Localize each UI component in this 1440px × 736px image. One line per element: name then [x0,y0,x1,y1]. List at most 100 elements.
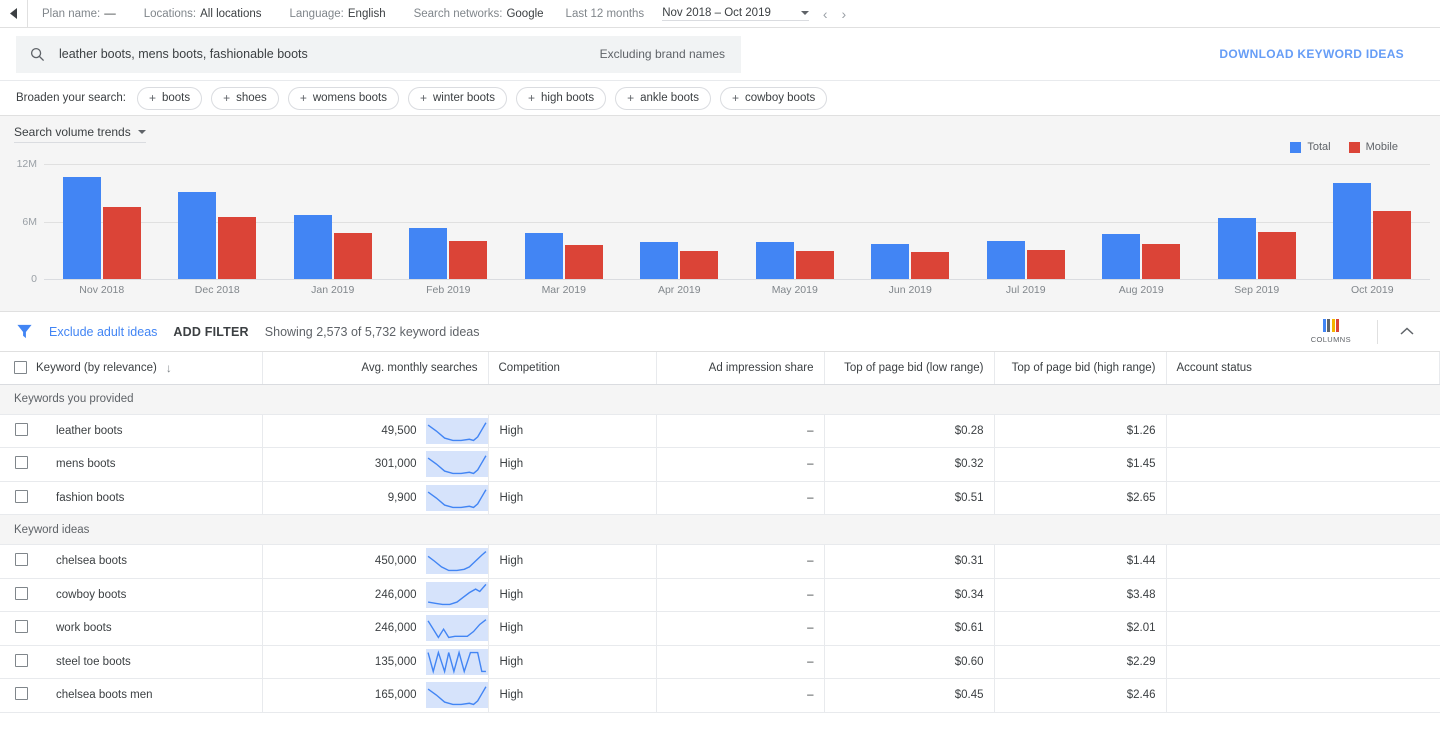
header-ad-impression-share[interactable]: Ad impression share [656,352,824,384]
table-row[interactable]: cowboy boots246,000High–$0.34$3.48 [0,578,1440,612]
legend-item-total[interactable]: Total [1290,141,1330,153]
row-checkbox[interactable] [15,654,28,667]
bar-total[interactable] [987,241,1025,279]
broaden-chip-womens-boots[interactable]: +womens boots [288,87,399,110]
row-checkbox[interactable] [15,687,28,700]
bar-total[interactable] [756,242,794,279]
broaden-chip-winter-boots[interactable]: +winter boots [408,87,507,110]
bar-total[interactable] [1102,234,1140,279]
bar-total[interactable] [63,177,101,279]
row-checkbox-cell[interactable] [0,414,42,448]
add-filter-button[interactable]: ADD FILTER [173,325,248,339]
locations-item[interactable]: Locations: All locations [130,8,276,20]
cell-keyword[interactable]: work boots [42,612,262,646]
table-row[interactable]: mens boots301,000High–$0.32$1.45 [0,448,1440,482]
bar-mobile[interactable] [1258,232,1296,279]
bar-group[interactable] [1315,164,1431,279]
date-range-selector[interactable]: Nov 2018 – Oct 2019 [662,7,809,21]
header-avg-monthly-searches[interactable]: Avg. monthly searches [262,352,488,384]
cell-keyword[interactable]: fashion boots [42,481,262,515]
bar-group[interactable] [622,164,738,279]
row-checkbox-cell[interactable] [0,481,42,515]
row-checkbox[interactable] [15,490,28,503]
table-row[interactable]: fashion boots9,900High–$0.51$2.65 [0,481,1440,515]
row-checkbox[interactable] [15,587,28,600]
header-keyword[interactable]: Keyword (by relevance) ↓ [0,352,262,384]
bar-group[interactable] [275,164,391,279]
row-checkbox-cell[interactable] [0,612,42,646]
broaden-chip-cowboy-boots[interactable]: +cowboy boots [720,87,827,110]
cell-keyword[interactable]: steel toe boots [42,645,262,679]
bar-group[interactable] [506,164,622,279]
bar-mobile[interactable] [334,233,372,279]
bar-group[interactable] [44,164,160,279]
cell-keyword[interactable]: chelsea boots [42,545,262,579]
row-checkbox[interactable] [15,553,28,566]
filter-funnel-icon[interactable] [16,323,33,340]
bar-mobile[interactable] [103,207,141,279]
row-checkbox-cell[interactable] [0,448,42,482]
bar-mobile[interactable] [796,251,834,279]
table-row[interactable]: chelsea boots men165,000High–$0.45$2.46 [0,679,1440,713]
bar-total[interactable] [1218,218,1256,279]
bar-total[interactable] [294,215,332,279]
bar-group[interactable] [391,164,507,279]
bar-mobile[interactable] [565,245,603,280]
cell-keyword[interactable]: cowboy boots [42,578,262,612]
row-checkbox-cell[interactable] [0,578,42,612]
bar-total[interactable] [640,242,678,279]
legend-item-mobile[interactable]: Mobile [1349,141,1398,153]
row-checkbox-cell[interactable] [0,645,42,679]
bar-group[interactable] [737,164,853,279]
search-input[interactable]: leather boots, mens boots, fashionable b… [59,47,586,61]
bar-total[interactable] [871,244,909,279]
table-row[interactable]: chelsea boots450,000High–$0.31$1.44 [0,545,1440,579]
table-row[interactable]: leather boots49,500High–$0.28$1.26 [0,414,1440,448]
bar-total[interactable] [409,228,447,279]
exclude-adult-ideas-filter[interactable]: Exclude adult ideas [49,325,157,339]
bar-mobile[interactable] [680,251,718,279]
bar-mobile[interactable] [218,217,256,279]
cell-keyword[interactable]: mens boots [42,448,262,482]
bar-group[interactable] [160,164,276,279]
header-competition[interactable]: Competition [488,352,656,384]
row-checkbox[interactable] [15,620,28,633]
chart-metric-selector[interactable]: Search volume trends [14,125,146,143]
bar-group[interactable] [1199,164,1315,279]
cell-keyword[interactable]: chelsea boots men [42,679,262,713]
row-checkbox-cell[interactable] [0,679,42,713]
table-row[interactable]: steel toe boots135,000High–$0.60$2.29 [0,645,1440,679]
row-checkbox[interactable] [15,456,28,469]
header-account-status[interactable]: Account status [1166,352,1440,384]
bar-group[interactable] [853,164,969,279]
keyword-search-box[interactable]: leather boots, mens boots, fashionable b… [16,36,741,73]
bar-mobile[interactable] [449,241,487,279]
table-row[interactable]: work boots246,000High–$0.61$2.01 [0,612,1440,646]
bar-group[interactable] [968,164,1084,279]
bar-total[interactable] [525,233,563,279]
columns-button[interactable]: COLUMNS [1297,319,1365,344]
bar-mobile[interactable] [1142,244,1180,279]
next-period-icon[interactable]: › [842,6,847,22]
select-all-checkbox[interactable] [14,361,27,374]
bar-total[interactable] [178,192,216,279]
plan-name-item[interactable]: Plan name: — [28,8,130,20]
bar-mobile[interactable] [1373,211,1411,279]
bar-total[interactable] [1333,183,1371,279]
broaden-chip-shoes[interactable]: +shoes [211,87,279,110]
bar-mobile[interactable] [911,252,949,279]
row-checkbox-cell[interactable] [0,545,42,579]
search-networks-item[interactable]: Search networks: Google [400,8,558,20]
header-bid-high[interactable]: Top of page bid (high range) [994,352,1166,384]
broaden-chip-high-boots[interactable]: +high boots [516,87,606,110]
language-item[interactable]: Language: English [276,8,400,20]
header-bid-low[interactable]: Top of page bid (low range) [824,352,994,384]
bar-mobile[interactable] [1027,250,1065,279]
cell-keyword[interactable]: leather boots [42,414,262,448]
row-checkbox[interactable] [15,423,28,436]
sort-descending-icon[interactable]: ↓ [166,361,172,375]
bar-group[interactable] [1084,164,1200,279]
collapse-chart-button[interactable] [1390,327,1424,336]
prev-period-icon[interactable]: ‹ [823,6,828,22]
broaden-chip-ankle-boots[interactable]: +ankle boots [615,87,711,110]
